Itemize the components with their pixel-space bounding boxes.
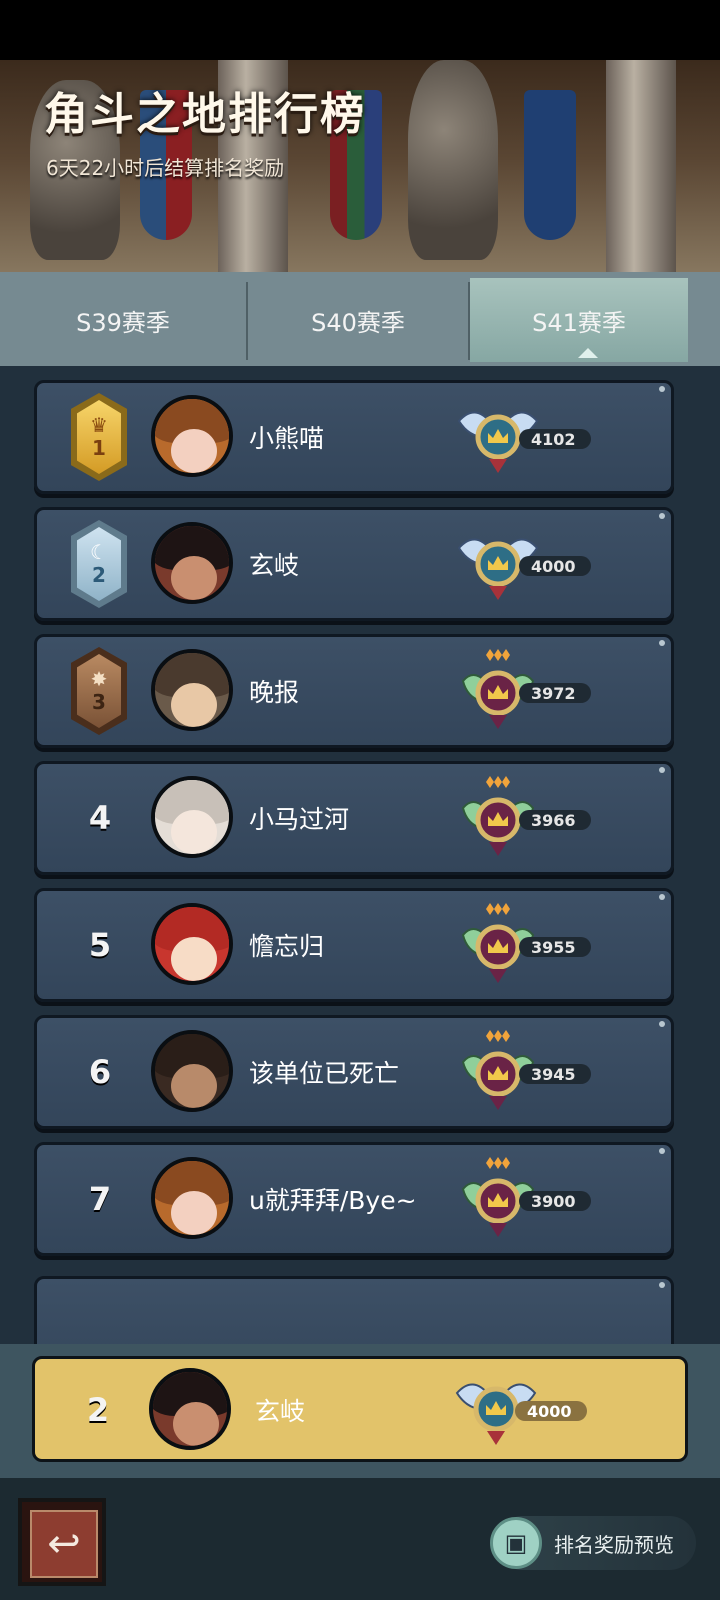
avatar-face	[171, 683, 217, 727]
avatar-face	[171, 1191, 217, 1235]
leaderboard-list[interactable]: ♛ 1 小熊喵 4102 ☾ 2 玄岐 4000 ✸ 3 晚报 3972 4 小马过河 3966 5 憺忘归 39…	[0, 366, 720, 1344]
player-name: 晚报	[249, 678, 300, 707]
avatar-face	[173, 1402, 219, 1446]
reward-preview-label: 排名奖励预览	[554, 1532, 674, 1557]
silver-medal-icon: ☾ 2	[71, 520, 127, 608]
player-avatar[interactable]	[151, 776, 233, 858]
leaderboard-row[interactable]: ☾ 2 玄岐 4000	[34, 507, 674, 621]
leaderboard-row[interactable]: 5 憺忘归 3955	[34, 888, 674, 1002]
player-score: 3955	[519, 937, 591, 957]
treasure-chest-icon: ▣	[490, 1517, 542, 1569]
my-rank-row[interactable]: 2 玄岐 4000	[32, 1356, 688, 1462]
bottom-bar: ↩ ▣ 排名奖励预览	[0, 1478, 720, 1600]
player-avatar[interactable]	[151, 395, 233, 477]
rank-number: 3	[92, 690, 106, 714]
player-avatar[interactable]	[151, 1030, 233, 1112]
tab-label: S40赛季	[311, 308, 405, 337]
return-arrow-icon: ↩	[30, 1510, 98, 1578]
banner-pillar	[606, 60, 676, 280]
bronze-medal-icon: ✸ 3	[71, 647, 127, 735]
rank-number: 5	[88, 926, 112, 964]
my-rank-number: 2	[86, 1391, 110, 1429]
tab-s39[interactable]: S39赛季	[0, 278, 246, 362]
player-name: 小熊喵	[249, 424, 325, 453]
player-name: 玄岐	[249, 551, 300, 580]
player-avatar[interactable]	[151, 649, 233, 731]
status-bar	[0, 0, 720, 60]
my-avatar	[149, 1368, 231, 1450]
tab-label: S39赛季	[76, 308, 170, 337]
leaderboard-row[interactable]: 6 该单位已死亡 3945	[34, 1015, 674, 1129]
player-avatar[interactable]	[151, 903, 233, 985]
gold-medal-icon: ♛ 1	[71, 393, 127, 481]
rank-number: 6	[88, 1053, 112, 1091]
avatar-face	[171, 937, 217, 981]
player-name: 该单位已死亡	[249, 1059, 400, 1088]
player-score: 3900	[519, 1191, 591, 1211]
my-score: 4000	[515, 1401, 587, 1421]
player-score: 3966	[519, 810, 591, 830]
player-avatar[interactable]	[151, 522, 233, 604]
countdown-text: 6天22小时后结算排名奖励	[46, 156, 285, 180]
leaderboard-row-partial	[34, 1276, 674, 1344]
my-name: 玄岐	[255, 1397, 306, 1426]
reward-preview-button[interactable]: ▣ 排名奖励预览	[490, 1516, 696, 1570]
season-tabs: S39赛季 S40赛季 S41赛季	[0, 272, 720, 366]
banner-shield	[524, 90, 576, 240]
player-name: u就拜拜/Bye~	[249, 1186, 417, 1215]
knight-statue	[408, 60, 498, 260]
leaderboard-row[interactable]: 7 u就拜拜/Bye~ 3900	[34, 1142, 674, 1256]
player-avatar[interactable]	[151, 1157, 233, 1239]
avatar-face	[171, 556, 217, 600]
page-title: 角斗之地排行榜	[44, 89, 366, 140]
rank-number: 1	[92, 436, 106, 460]
player-score: 4000	[519, 556, 591, 576]
back-button[interactable]: ↩	[18, 1498, 106, 1586]
player-score: 3972	[519, 683, 591, 703]
active-tab-indicator	[578, 348, 598, 358]
rank-number: 4	[88, 799, 112, 837]
tab-label: S41赛季	[532, 308, 626, 337]
player-name: 憺忘归	[249, 932, 325, 961]
tab-s40[interactable]: S40赛季	[248, 278, 468, 362]
my-rank-bar: 2 玄岐 4000	[0, 1344, 720, 1478]
avatar-face	[171, 810, 217, 854]
player-name: 小马过河	[249, 805, 350, 834]
avatar-face	[171, 1064, 217, 1108]
leaderboard-row[interactable]: 4 小马过河 3966	[34, 761, 674, 875]
avatar-face	[171, 429, 217, 473]
player-score: 3945	[519, 1064, 591, 1084]
rank-number: 7	[88, 1180, 112, 1218]
rank-number: 2	[92, 563, 106, 587]
leaderboard-row[interactable]: ♛ 1 小熊喵 4102	[34, 380, 674, 494]
leaderboard-row[interactable]: ✸ 3 晚报 3972	[34, 634, 674, 748]
player-score: 4102	[519, 429, 591, 449]
